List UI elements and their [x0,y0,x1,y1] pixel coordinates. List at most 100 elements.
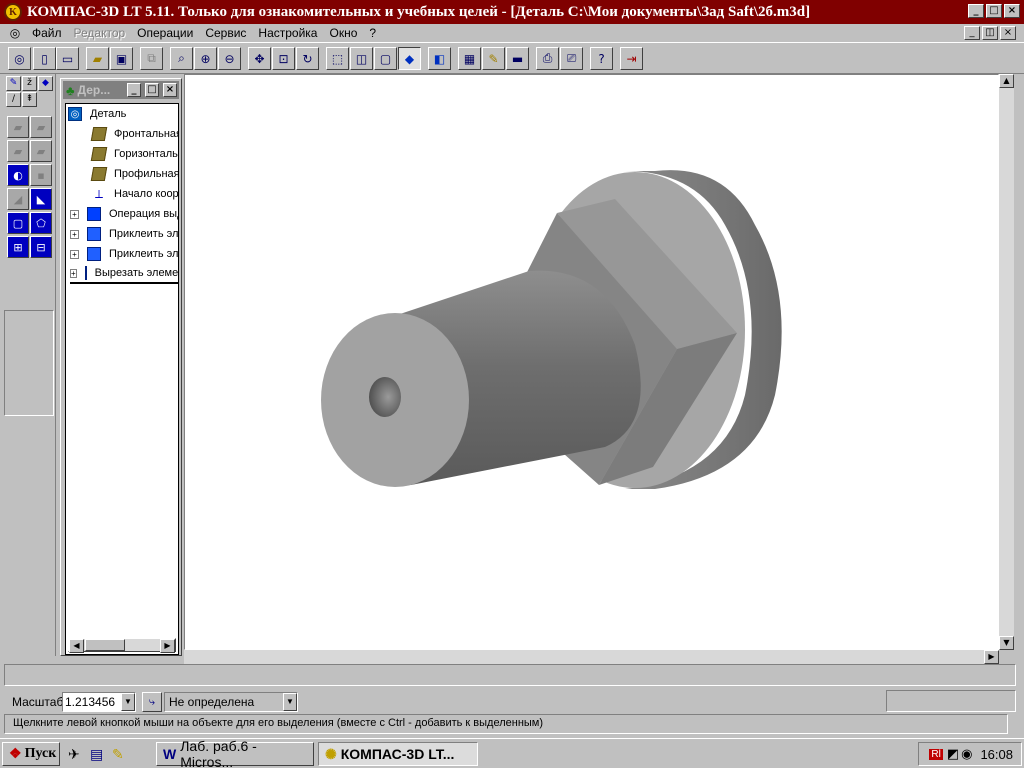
scroll-down-icon[interactable]: ▼ [999,636,1014,650]
zoom-window-icon[interactable]: ⌕ [170,47,193,70]
shell-tool-icon[interactable]: ▢ [7,212,29,234]
orientation-button[interactable]: ⤷ [142,692,162,712]
menu-file[interactable]: Файл [26,26,68,40]
zoom-in-icon[interactable]: ⊕ [194,47,217,70]
viewport-vscrollbar[interactable]: ▲ ▼ [999,74,1014,650]
wireframe-icon[interactable]: ⬚ [326,47,349,70]
kompas-logo-icon[interactable]: K [4,3,22,21]
tree-item-frontal-plane[interactable]: Фронтальная плоскость [90,124,178,144]
exit-icon[interactable]: ⇥ [620,47,643,70]
menu-settings[interactable]: Настройка [252,26,323,40]
tree-item-boss-1[interactable]: + Приклеить элемент [70,224,178,244]
pattern-tool-icon[interactable]: ⊞ [7,236,29,258]
zoom-all-icon[interactable]: ⊡ [272,47,295,70]
menu-service[interactable]: Сервис [199,26,252,40]
doc-restore-button[interactable]: ◫ [982,26,998,40]
boss-revolve-icon[interactable]: ◐ [7,164,29,186]
loft-tool-icon[interactable]: ▰ [7,140,29,162]
perspective-icon[interactable]: ◧ [428,47,451,70]
open-icon[interactable]: ▰ [86,47,109,70]
quicklaunch-explorer-icon[interactable]: ✈ [68,746,80,763]
menu-editor[interactable]: Редактор [68,26,132,40]
task-word[interactable]: W Лаб. раб.6 - Micros... [156,738,314,768]
help-icon[interactable]: ? [590,47,613,70]
model-properties-icon[interactable]: ✎ [482,47,505,70]
hidden-lines-icon[interactable]: ◫ [350,47,373,70]
tree-item-horizontal-plane[interactable]: Горизонтальная плоскость [90,144,178,164]
chevron-down-icon[interactable]: ▼ [283,693,297,711]
expand-icon[interactable]: + [70,249,79,259]
rotate-icon[interactable]: ↻ [296,47,319,70]
palette-tab-part-icon[interactable]: ◆ [38,76,53,91]
palette-tab-param-icon[interactable]: ⇞ [22,92,37,107]
menu-operations[interactable]: Операции [131,26,199,40]
tree-minimize-button[interactable]: _ [127,83,141,97]
tray-network-icon[interactable]: ◩ [947,746,959,762]
pan-icon[interactable]: ✥ [248,47,271,70]
tree-item-cut[interactable]: + Вырезать элемент [70,264,178,284]
scroll-up-icon[interactable]: ▲ [999,74,1014,88]
start-button[interactable]: ❖ Пуск [2,742,60,766]
mirror-tool-icon[interactable]: ⊟ [30,236,52,258]
tree-close-button[interactable]: × [163,83,177,97]
revolve-tool-icon[interactable]: ▰ [30,116,52,138]
visible-edges-icon[interactable]: ▢ [374,47,397,70]
new-part-icon[interactable]: ▭ [56,47,79,70]
palette-tab-dim-icon[interactable]: ž [22,76,37,91]
kompas-logo-icon[interactable]: ◎ [8,47,31,70]
chevron-down-icon[interactable]: ▼ [121,693,135,711]
tree-hscrollbar[interactable]: ◀ ▶ [68,638,176,653]
clock[interactable]: 16:08 [980,747,1013,762]
scroll-right-icon[interactable]: ▶ [160,639,175,653]
new-doc-icon[interactable]: ▯ [33,47,56,70]
title-bar[interactable]: K КОМПАС-3D LT 5.11. Только для ознакоми… [0,0,1024,24]
scroll-thumb[interactable] [85,639,125,651]
scroll-left-icon[interactable]: ◀ [69,639,84,653]
expand-icon[interactable]: + [70,268,77,278]
cut-small-icon[interactable]: ▪ [30,164,52,186]
mass-icon[interactable]: ▬ [506,47,529,70]
expand-icon[interactable]: + [70,229,79,239]
minimize-button[interactable]: _ [968,4,984,18]
quicklaunch-desktop-icon[interactable]: ▤ [90,746,103,763]
tree-item-profile-plane[interactable]: Профильная плоскость [90,164,178,184]
doc-system-icon[interactable]: ◎ [6,25,24,41]
preview-disabled-icon[interactable]: ⧉ [140,47,163,70]
scale-input[interactable]: 1.213456 ▼ [62,692,136,712]
sweep-tool-icon[interactable]: ▰ [30,140,52,162]
task-kompas[interactable]: ✺ КОМПАС-3D LT... [318,742,478,766]
maximize-button[interactable]: □ [986,4,1002,18]
palette-tab-edit-icon[interactable]: ✎ [6,76,21,91]
quicklaunch-edit-icon[interactable]: ✎ [112,746,124,763]
close-button[interactable]: × [1004,4,1020,18]
tree-item-origin[interactable]: ⟂ Начало координат [92,184,178,204]
tree-root[interactable]: ◎ Деталь [68,104,126,124]
shaded-icon[interactable]: ◆ [398,47,421,70]
menu-window[interactable]: Окно [323,26,363,40]
palette-tab-line-icon[interactable]: ∕ [6,92,21,107]
expand-icon[interactable]: + [70,209,79,219]
print-preview-icon[interactable]: ⎙ [536,47,559,70]
save-icon[interactable]: ▣ [110,47,133,70]
chamfer-tool-icon[interactable]: ◣ [30,188,52,210]
measure-icon[interactable]: ▦ [458,47,481,70]
extrude-tool-icon[interactable]: ▰ [7,116,29,138]
menu-help[interactable]: ? [363,26,382,40]
language-indicator[interactable]: Rl [929,748,943,760]
doc-minimize-button[interactable]: _ [964,26,980,40]
part-3d-model[interactable] [185,75,998,649]
tree-caption[interactable]: ♣ Дер... _ □ × [63,81,179,99]
tree-item-boss-2[interactable]: + Приклеить элемент [70,244,178,264]
rib-tool-icon[interactable]: ⬠ [30,212,52,234]
fillet-tool-icon[interactable]: ◢ [7,188,29,210]
tree-item-extrude[interactable]: + Операция выдавливания [70,204,178,224]
model-viewport[interactable] [184,74,999,650]
doc-close-button[interactable]: × [1000,26,1016,40]
orientation-select[interactable]: Не определена ▼ [164,692,298,712]
scroll-right-icon[interactable]: ▶ [984,650,999,664]
tray-volume-icon[interactable]: ◉ [961,746,972,762]
zoom-out-icon[interactable]: ⊖ [218,47,241,70]
tree-maximize-button[interactable]: □ [145,83,159,97]
viewport-hscrollbar[interactable]: ▶ [184,650,999,664]
print-icon[interactable]: ⎚ [560,47,583,70]
